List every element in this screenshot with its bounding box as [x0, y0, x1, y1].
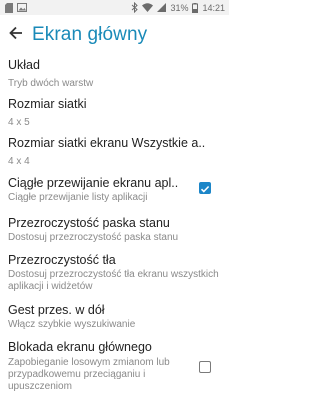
setting-background-transparency[interactable]: Przezroczystość tła Dostosuj przezroczys… [0, 250, 229, 299]
signal-icon [157, 2, 167, 13]
back-button[interactable] [2, 19, 30, 51]
setting-summary: Dostosuj przezroczystość tła ekranu wszy… [8, 269, 219, 292]
home-screen-lock-checkbox[interactable] [199, 361, 211, 373]
setting-continuous-scroll[interactable]: Ciągłe przewijanie ekranu apl.. Ciągłe p… [0, 173, 229, 213]
setting-summary: 4 x 4 [8, 156, 30, 167]
setting-summary: Zapobieganie losowym zmianom lub przypad… [8, 357, 170, 392]
battery-percent: 31% [170, 2, 189, 13]
setting-title: Rozmiar siatki ekranu Wszystkie a.. [8, 136, 206, 150]
setting-title: Przezroczystość tła [8, 253, 116, 267]
setting-title: Rozmiar siatki [8, 97, 87, 111]
app-bar: Ekran główny [0, 15, 229, 55]
setting-title: Blokada ekranu głównego [8, 340, 152, 354]
setting-title: Układ [8, 58, 40, 72]
status-bar: 31% 14:21 [0, 0, 229, 15]
wifi-icon [142, 2, 154, 13]
setting-grid-size[interactable]: Rozmiar siatki 4 x 5 [0, 94, 229, 133]
image-icon [17, 2, 27, 13]
setting-swipe-down-gesture[interactable]: Gest przes. w dół Włącz szybkie wyszukiw… [0, 299, 229, 336]
continuous-scroll-checkbox[interactable] [199, 182, 211, 194]
setting-all-apps-grid-size[interactable]: Rozmiar siatki ekranu Wszystkie a.. 4 x … [0, 133, 229, 173]
setting-summary: Ciągłe przewijanie listy aplikacji [8, 192, 148, 203]
sd-card-icon [5, 2, 13, 13]
setting-title: Gest przes. w dół [8, 303, 105, 317]
settings-list: Układ Tryb dwóch warstw Rozmiar siatki 4… [0, 55, 229, 392]
setting-layout[interactable]: Układ Tryb dwóch warstw [0, 55, 229, 94]
bluetooth-icon [131, 2, 139, 13]
page-title: Ekran główny [32, 24, 148, 45]
setting-title: Przezroczystość paska stanu [8, 216, 170, 230]
setting-summary: Włącz szybkie wyszukiwanie [8, 319, 136, 330]
arrow-left-icon [9, 26, 23, 45]
setting-home-screen-lock[interactable]: Blokada ekranu głównego Zapobieganie los… [0, 336, 229, 392]
setting-summary: Dostosuj przezroczystość paska stanu [8, 232, 179, 243]
setting-title: Ciągłe przewijanie ekranu apl.. [8, 176, 179, 190]
setting-summary: 4 x 5 [8, 117, 30, 128]
checkmark-icon [200, 185, 210, 193]
setting-status-bar-transparency[interactable]: Przezroczystość paska stanu Dostosuj prz… [0, 213, 229, 250]
setting-summary: Tryb dwóch warstw [8, 78, 94, 89]
clock: 14:21 [202, 2, 225, 13]
battery-icon [192, 2, 199, 13]
